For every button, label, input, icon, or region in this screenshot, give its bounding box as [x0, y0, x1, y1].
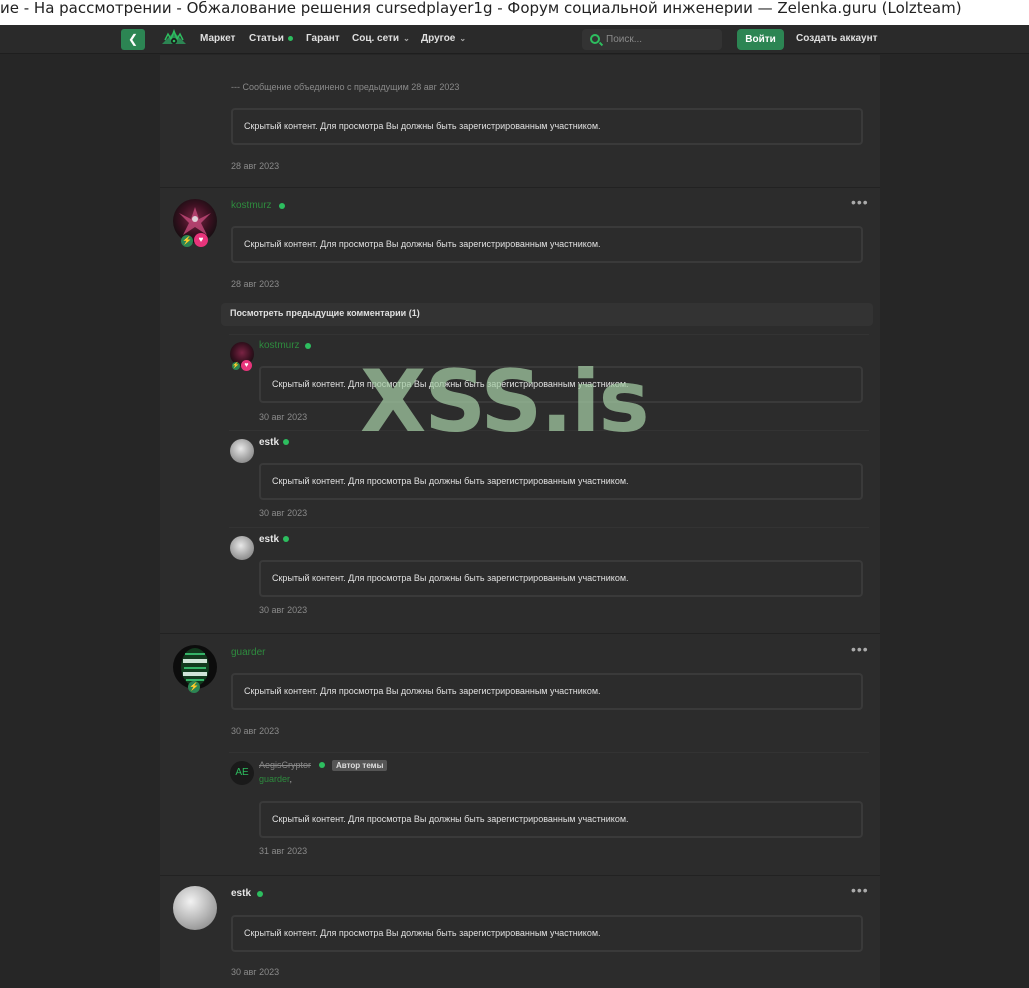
search-icon [590, 34, 600, 44]
post-date[interactable]: 30 авг 2023 [231, 726, 279, 736]
back-button[interactable]: ❮ [121, 29, 145, 50]
online-dot [279, 203, 285, 209]
comment-date[interactable]: 30 авг 2023 [259, 508, 307, 518]
hidden-content: Скрытый контент. Для просмотра Вы должны… [259, 801, 863, 838]
online-dot [305, 343, 311, 349]
heart-icon: ♥ [241, 360, 252, 371]
more-options-icon[interactable]: ••• [851, 883, 869, 897]
avatar[interactable] [173, 886, 217, 930]
username[interactable]: estk [231, 888, 251, 899]
username[interactable]: kostmurz [259, 340, 300, 351]
hidden-content: Скрытый контент. Для просмотра Вы должны… [231, 226, 863, 263]
view-previous-comments[interactable]: Посмотреть предыдущие комментарии (1) [221, 303, 873, 326]
nav-guarantor[interactable]: Гарант [306, 33, 340, 44]
search-input[interactable] [606, 32, 716, 47]
hidden-content: Скрытый контент. Для просмотра Вы должны… [231, 915, 863, 952]
nav-other[interactable]: Другое ⌄ [421, 33, 466, 44]
chevron-down-icon: ⌄ [459, 34, 467, 43]
nav-articles[interactable]: Статьи [249, 33, 293, 44]
comment-date[interactable]: 30 авг 2023 [259, 605, 307, 615]
online-dot [287, 35, 293, 41]
comment-date[interactable]: 30 авг 2023 [259, 412, 307, 422]
avatar[interactable]: AE [230, 761, 254, 785]
divider [229, 752, 869, 753]
divider [160, 633, 880, 634]
top-navbar: ❮ Маркет Статьи Гарант Соц. сети ⌄ Другое… [0, 25, 1029, 54]
window-title: ие - На рассмотрении - Обжалование решен… [0, 0, 1029, 25]
author-badge: Автор темы [332, 760, 388, 771]
divider [160, 187, 880, 188]
search-box[interactable] [582, 29, 722, 50]
post-date[interactable]: 28 авг 2023 [231, 279, 279, 289]
nav-social[interactable]: Соц. сети ⌄ [352, 33, 410, 44]
hidden-content: Скрытый контент. Для просмотра Вы должны… [231, 673, 863, 710]
register-link[interactable]: Создать аккаунт [796, 33, 878, 44]
nav-market[interactable]: Маркет [200, 33, 235, 44]
avatar[interactable] [230, 439, 254, 463]
more-options-icon[interactable]: ••• [851, 642, 869, 656]
online-dot [283, 536, 289, 542]
heart-icon: ♥ [194, 233, 208, 247]
divider [229, 527, 869, 528]
avatar[interactable] [230, 536, 254, 560]
username[interactable]: AegisCryptor [259, 760, 311, 770]
bolt-icon: ⚡ [181, 235, 193, 247]
logo-icon[interactable] [161, 28, 187, 50]
username[interactable]: estk [259, 437, 279, 448]
post-date[interactable]: 30 авг 2023 [231, 967, 279, 977]
hidden-content: Скрытый контент. Для просмотра Вы должны… [259, 463, 863, 500]
online-dot [319, 762, 325, 768]
chevron-down-icon: ⌄ [403, 34, 410, 43]
watermark: XSS.is [360, 352, 650, 452]
online-dot [257, 891, 263, 897]
username[interactable]: kostmurz [231, 200, 272, 211]
hidden-content: Скрытый контент. Для просмотра Вы должны… [231, 108, 863, 145]
online-dot [283, 439, 289, 445]
login-button[interactable]: Войти [737, 29, 784, 50]
divider [229, 334, 869, 335]
bolt-icon: ⚡ [188, 681, 200, 693]
hidden-content: Скрытый контент. Для просмотра Вы должны… [259, 560, 863, 597]
comment-date[interactable]: 31 авг 2023 [259, 846, 307, 856]
bolt-icon: ⚡ [232, 362, 240, 370]
username[interactable]: estk [259, 534, 279, 545]
more-options-icon[interactable]: ••• [851, 195, 869, 209]
merged-note: --- Сообщение объединено с предыдущим 28… [231, 82, 460, 92]
divider [160, 875, 880, 876]
username[interactable]: guarder [231, 647, 265, 658]
post-date[interactable]: 28 авг 2023 [231, 161, 279, 171]
reply-mention[interactable]: guarder, [259, 774, 292, 784]
